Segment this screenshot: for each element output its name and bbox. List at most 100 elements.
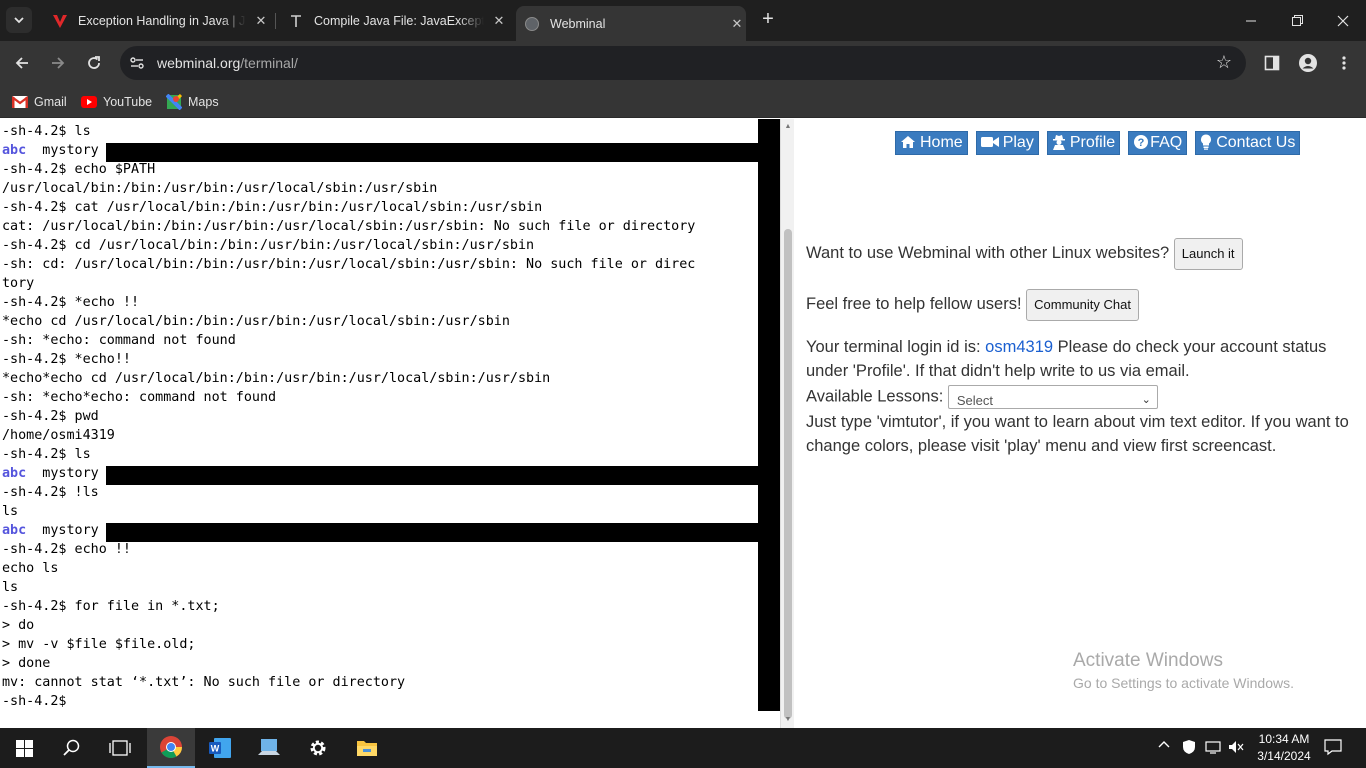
notification-center-icon[interactable] — [1324, 738, 1342, 759]
close-icon[interactable]: ✕ — [490, 12, 508, 30]
terminal-scrollbar[interactable]: ▲ ▼ — [780, 119, 794, 728]
nav-home-button[interactable]: Home — [895, 131, 968, 155]
terminal-line: -sh-4.2$ echo !! — [2, 542, 131, 557]
community-chat-button[interactable]: Community Chat — [1026, 289, 1139, 321]
bookmark-label: Maps — [188, 95, 219, 109]
terminal-line: -sh-4.2$ echo $PATH — [2, 162, 156, 177]
search-button[interactable] — [48, 728, 96, 768]
close-icon[interactable]: ✕ — [252, 12, 270, 30]
bookmark-star-icon[interactable]: ☆ — [1216, 52, 1232, 73]
file-entry: mystory — [26, 143, 99, 158]
question-circle-icon: ? — [1133, 134, 1149, 153]
google-maps-icon — [166, 94, 182, 110]
chevron-up-icon[interactable] — [1157, 738, 1171, 755]
taskbar-file-explorer[interactable] — [343, 728, 391, 768]
nav-label: Contact Us — [1216, 134, 1296, 151]
terminal-line: -sh-4.2$ — [2, 694, 67, 709]
address-bar[interactable]: webminal.org/terminal/ ☆ — [120, 46, 1246, 80]
minimize-button[interactable] — [1228, 0, 1274, 41]
windows-taskbar: W 10:34 AM 3/14/2024 — [0, 728, 1366, 768]
bookmark-gmail[interactable]: Gmail — [12, 92, 67, 112]
taskbar-app-laptop[interactable] — [245, 728, 293, 768]
chevron-down-icon — [14, 17, 24, 24]
letter-t-icon — [288, 13, 304, 29]
folder-icon — [357, 741, 377, 756]
side-panel-button[interactable] — [1258, 49, 1286, 77]
nav-faq-button[interactable]: ? FAQ — [1128, 131, 1188, 155]
scroll-down-arrow-icon[interactable]: ▼ — [784, 716, 792, 724]
task-view-icon — [109, 740, 131, 756]
vivaldi-red-v-icon — [52, 13, 68, 29]
tab-search-button[interactable] — [6, 7, 32, 33]
chrome-menu-button[interactable] — [1330, 49, 1358, 77]
nav-play-button[interactable]: Play — [975, 131, 1039, 155]
site-settings-icon[interactable] — [128, 54, 146, 72]
clock-time: 10:34 AM — [1258, 732, 1310, 746]
task-view-button[interactable] — [96, 728, 144, 768]
start-button[interactable] — [0, 728, 48, 768]
window-close-button[interactable] — [1320, 0, 1366, 41]
terminal-line: > do — [2, 618, 35, 633]
laptop-app-icon — [258, 739, 280, 755]
gear-icon — [310, 740, 326, 756]
forward-button[interactable] — [44, 49, 72, 77]
url-host: webminal.org — [157, 55, 241, 71]
terminal-line: -sh-4.2$ for file in *.txt; — [2, 599, 220, 614]
network-icon[interactable] — [1205, 739, 1221, 758]
nav-label: FAQ — [1150, 134, 1183, 151]
launch-it-button[interactable]: Launch it — [1173, 238, 1243, 270]
terminal-line: mv: cannot stat ‘*.txt’: No such file or… — [2, 675, 406, 690]
terminal-line: abc mystory — [2, 464, 762, 485]
chrome-icon — [160, 736, 182, 758]
bookmark-maps[interactable]: Maps — [166, 92, 219, 112]
profile-button[interactable] — [1294, 49, 1322, 77]
reload-button[interactable] — [80, 49, 108, 77]
nav-contact-button[interactable]: Contact Us — [1195, 131, 1301, 155]
terminal-line: /home/osmi4319 — [2, 428, 115, 443]
terminal-line: > mv -v $file $file.old; — [2, 637, 196, 652]
new-tab-button[interactable]: + — [757, 9, 779, 31]
other-sites-text: Want to use Webminal with other Linux we… — [806, 244, 1170, 263]
nav-profile-button[interactable]: Profile — [1046, 131, 1121, 155]
tab-compile-java[interactable]: Compile Java File: JavaException ✕ — [280, 6, 508, 36]
person-avatar-icon — [1299, 54, 1317, 72]
terminal-line: echo ls — [2, 561, 59, 576]
vertical-dots-icon — [1342, 56, 1346, 70]
close-icon[interactable]: ✕ — [728, 15, 746, 33]
scroll-up-arrow-icon[interactable]: ▲ — [784, 123, 792, 131]
lightbulb-icon — [1200, 134, 1212, 153]
watermark-title: Activate Windows — [1073, 650, 1223, 671]
tab-exception-handling[interactable]: Exception Handling in Java | Jav ✕ — [44, 6, 270, 36]
terminal-line: cat: /usr/local/bin:/bin:/usr/bin:/usr/l… — [2, 219, 696, 234]
scrollbar-thumb[interactable] — [784, 229, 792, 719]
terminal-window[interactable]: -sh-4.2$ ls abc mystory -sh-4.2$ echo $PAT… — [0, 119, 780, 728]
taskbar-word[interactable]: W — [196, 728, 244, 768]
webminal-nav: Home Play Profile ? FAQ Contact Us — [895, 131, 1301, 155]
video-camera-icon — [980, 135, 999, 151]
restore-button[interactable] — [1274, 0, 1320, 41]
login-info: Your terminal login id is: osm4319 Pleas… — [806, 336, 1351, 383]
youtube-icon — [81, 94, 97, 110]
file-entry: mystory — [26, 523, 99, 538]
nav-label: Play — [1002, 134, 1034, 151]
file-entry: mystory — [26, 466, 99, 481]
terminal-line: -sh-4.2$ ls — [2, 124, 91, 139]
taskbar-settings[interactable] — [294, 728, 342, 768]
volume-muted-icon[interactable] — [1228, 739, 1244, 758]
system-clock[interactable]: 10:34 AM 3/14/2024 — [1253, 731, 1315, 765]
bookmark-youtube[interactable]: YouTube — [81, 92, 152, 112]
login-id-link[interactable]: osm4319 — [985, 338, 1053, 356]
back-button[interactable] — [8, 49, 36, 77]
tab-webminal[interactable]: Webminal ✕ — [516, 6, 746, 41]
search-icon — [63, 739, 80, 756]
shield-icon[interactable] — [1182, 739, 1196, 758]
terminal-output: -sh-4.2$ ls abc mystory -sh-4.2$ echo $PAT… — [2, 122, 762, 711]
lessons-select[interactable]: Select ⌄ — [947, 385, 1158, 409]
watermark-subtitle: Go to Settings to activate Windows. — [1073, 675, 1294, 691]
taskbar-chrome[interactable] — [147, 728, 195, 768]
bookmark-label: Gmail — [34, 95, 67, 109]
gmail-icon — [12, 94, 28, 110]
terminal-line: -sh: cd: /usr/local/bin:/bin:/usr/bin:/u… — [2, 257, 696, 272]
terminal-line: ls — [2, 580, 19, 595]
user-secret-icon — [1052, 134, 1066, 153]
